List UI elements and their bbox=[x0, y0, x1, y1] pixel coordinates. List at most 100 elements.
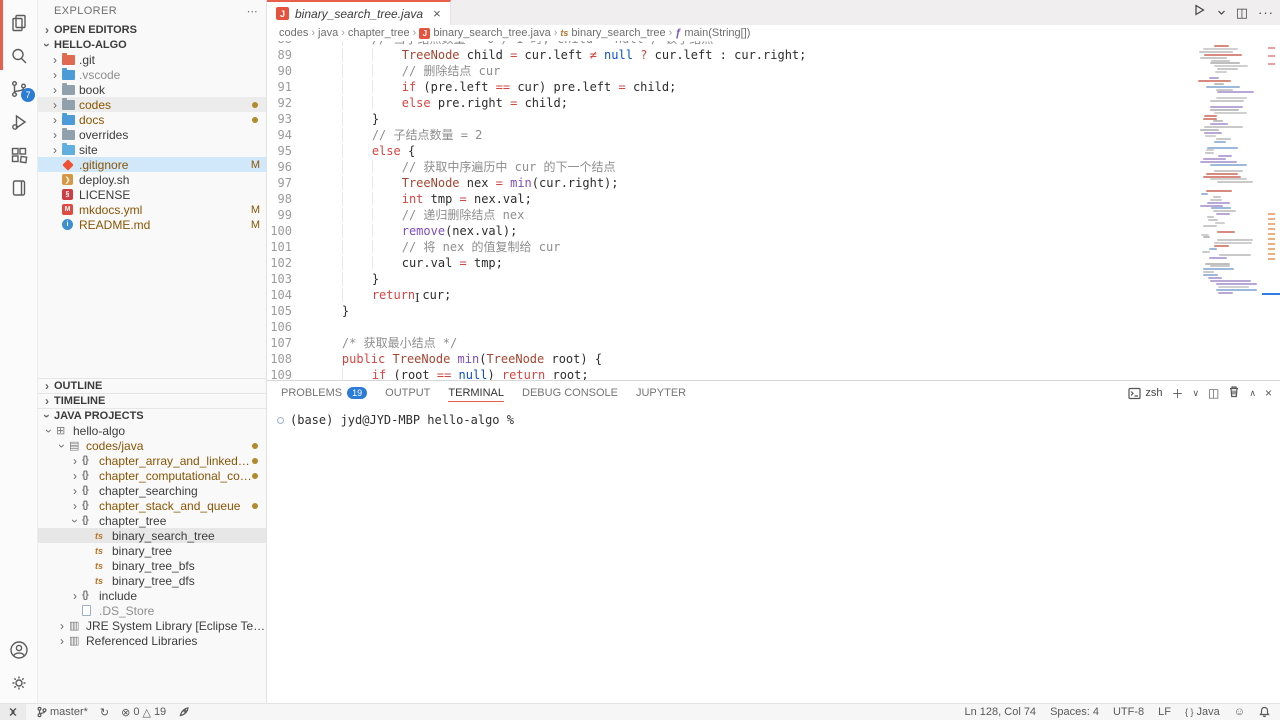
chevron-right-icon[interactable]: › bbox=[55, 634, 69, 648]
code-line[interactable]: 108 public TreeNode min(TreeNode root) { bbox=[267, 351, 1280, 367]
tree-item-binary_tree_dfs[interactable]: tsbinary_tree_dfs bbox=[38, 573, 266, 588]
editor-more-actions-icon[interactable]: ··· bbox=[1258, 5, 1274, 20]
chevron-right-icon[interactable]: › bbox=[68, 499, 82, 513]
chevron-right-icon[interactable]: › bbox=[48, 53, 62, 67]
code-line[interactable]: 107 /* 获取最小结点 */ bbox=[267, 335, 1280, 351]
chevron-right-icon[interactable]: › bbox=[68, 454, 82, 468]
tree-item-.gitignore[interactable]: .gitignoreM bbox=[38, 157, 266, 172]
tree-item-hello-algo[interactable]: ›⊞hello-algo bbox=[38, 423, 266, 438]
split-editor-icon[interactable]: ◫ bbox=[1236, 5, 1248, 21]
extensions-icon[interactable] bbox=[0, 138, 38, 171]
settings-gear-icon[interactable] bbox=[0, 666, 38, 699]
notifications-bell-icon[interactable] bbox=[1259, 706, 1270, 718]
close-icon[interactable]: × bbox=[433, 6, 441, 21]
run-and-debug-icon[interactable] bbox=[0, 105, 38, 138]
code-line[interactable]: 93 } bbox=[267, 111, 1280, 127]
breadcrumb-file[interactable]: binary_search_tree.java bbox=[433, 27, 550, 39]
chevron-right-icon[interactable]: › bbox=[68, 484, 82, 498]
tree-item-chapter_computational_complexity[interactable]: ›{}chapter_computational_complexity bbox=[38, 468, 266, 483]
code-line[interactable]: 106 bbox=[267, 319, 1280, 335]
code-line[interactable]: 102 cur.val = tmp; bbox=[267, 255, 1280, 271]
tab-terminal[interactable]: TERMINAL bbox=[448, 381, 504, 405]
split-terminal-icon[interactable]: ◫ bbox=[1208, 386, 1219, 400]
chevron-right-icon[interactable]: › bbox=[55, 619, 69, 633]
tree-item-codes[interactable]: ›codes bbox=[38, 97, 266, 112]
chevron-right-icon[interactable]: › bbox=[68, 589, 82, 603]
source-control-icon[interactable]: 7 bbox=[0, 72, 38, 105]
chevron-right-icon[interactable]: › bbox=[48, 113, 62, 127]
chevron-right-icon[interactable]: › bbox=[68, 469, 82, 483]
code-line[interactable]: 101 // 将 nex 的值复制给 cur bbox=[267, 239, 1280, 255]
code-editor[interactable]: 88 // 当子结点数量 = 0 / 1 时, child = null / 该… bbox=[267, 41, 1280, 380]
maximize-panel-chevron-icon[interactable]: ∧ bbox=[1249, 388, 1256, 399]
root-folder-section[interactable]: › HELLO-ALGO bbox=[38, 37, 266, 52]
terminal-content[interactable]: (base) jyd@JYD-MBP hello-algo % bbox=[267, 405, 1280, 427]
tree-item-chapter_array_and_linkedlist[interactable]: ›{}chapter_array_and_linkedlist bbox=[38, 453, 266, 468]
chevron-right-icon[interactable]: › bbox=[48, 143, 62, 157]
more-actions-icon[interactable]: ⋯ bbox=[247, 5, 258, 18]
code-line[interactable]: 103 } bbox=[267, 271, 1280, 287]
tree-item-chapter_stack_and_queue[interactable]: ›{}chapter_stack_and_queue bbox=[38, 498, 266, 513]
new-terminal-icon[interactable]: ＋ bbox=[1171, 385, 1183, 402]
code-line[interactable]: 92 else pre.right = child; bbox=[267, 95, 1280, 111]
breadcrumb-java[interactable]: java bbox=[318, 27, 338, 39]
tab-binary-search-tree[interactable]: J binary_search_tree.java × bbox=[267, 0, 451, 25]
tree-item-overrides[interactable]: ›overrides bbox=[38, 127, 266, 142]
code-line[interactable]: 97 TreeNode nex = min(cur.right); bbox=[267, 175, 1280, 191]
tree-item-chapter_tree[interactable]: ›{}chapter_tree bbox=[38, 513, 266, 528]
tree-item-referencedlibraries[interactable]: ›▥Referenced Libraries bbox=[38, 633, 266, 648]
breadcrumb-method[interactable]: main(String[]) bbox=[684, 27, 750, 39]
tree-item-.vscode[interactable]: ›.vscode bbox=[38, 67, 266, 82]
run-dropdown-chevron-icon[interactable] bbox=[1217, 4, 1226, 22]
tree-item-book[interactable]: ›book bbox=[38, 82, 266, 97]
account-icon[interactable] bbox=[0, 633, 38, 666]
encoding-status[interactable]: UTF-8 bbox=[1113, 706, 1144, 718]
code-line[interactable]: 100 remove(nex.val); bbox=[267, 223, 1280, 239]
code-line[interactable]: 109 if (root == null) return root; bbox=[267, 367, 1280, 380]
kill-terminal-trash-icon[interactable] bbox=[1228, 385, 1240, 401]
remote-indicator[interactable] bbox=[0, 704, 26, 720]
minimap[interactable] bbox=[1196, 43, 1262, 378]
terminal-dropdown-chevron-icon[interactable]: ∨ bbox=[1192, 388, 1199, 399]
tree-item-include[interactable]: ›{}include bbox=[38, 588, 266, 603]
tree-item-chapter_searching[interactable]: ›{}chapter_searching bbox=[38, 483, 266, 498]
eol-status[interactable]: LF bbox=[1158, 706, 1171, 718]
tree-item-binary_tree[interactable]: tsbinary_tree bbox=[38, 543, 266, 558]
tab-debug-console[interactable]: DEBUG CONSOLE bbox=[522, 381, 618, 405]
code-line[interactable]: 98 int tmp = nex.val; bbox=[267, 191, 1280, 207]
chevron-down-icon[interactable]: › bbox=[68, 514, 82, 528]
language-mode-status[interactable]: { } Java bbox=[1185, 706, 1220, 718]
code-line[interactable]: 96 // 获取中序遍历中 cur 的下一个结点 bbox=[267, 159, 1280, 175]
tree-item-binary_search_tree[interactable]: tsbinary_search_tree bbox=[38, 528, 266, 543]
notebook-icon[interactable] bbox=[0, 171, 38, 204]
git-branch-status[interactable]: master* bbox=[36, 706, 88, 718]
code-line[interactable]: 91 if (pre.left == cur) pre.left = child… bbox=[267, 79, 1280, 95]
code-line[interactable]: 89 TreeNode child = cur.left ≠ null ? cu… bbox=[267, 47, 1280, 63]
tab-jupyter[interactable]: JUPYTER bbox=[636, 381, 686, 405]
tree-item-license[interactable]: §LICENSE bbox=[38, 187, 266, 202]
breadcrumb-chapter-tree[interactable]: chapter_tree bbox=[348, 27, 410, 39]
chevron-down-icon[interactable]: › bbox=[42, 424, 56, 438]
breadcrumb-class[interactable]: binary_search_tree bbox=[571, 27, 665, 39]
tree-item-site[interactable]: ›site bbox=[38, 142, 266, 157]
code-line[interactable]: 95 else { bbox=[267, 143, 1280, 159]
code-line[interactable]: 99 // 递归删除结点 nex bbox=[267, 207, 1280, 223]
code-line[interactable]: 90 // 删除结点 cur bbox=[267, 63, 1280, 79]
chevron-down-icon[interactable]: › bbox=[55, 439, 69, 453]
search-icon[interactable] bbox=[0, 39, 38, 72]
timeline-section[interactable]: › TIMELINE bbox=[38, 393, 266, 408]
sync-icon[interactable]: ↻ bbox=[100, 706, 109, 719]
outline-section[interactable]: › OUTLINE bbox=[38, 378, 266, 393]
java-projects-section[interactable]: › JAVA PROJECTS bbox=[38, 408, 266, 423]
tree-item-codesjava[interactable]: ›▤codes/java bbox=[38, 438, 266, 453]
open-editors-section[interactable]: › OPEN EDITORS bbox=[38, 22, 266, 37]
tree-item-mkdocs.yml[interactable]: Mmkdocs.ymlM bbox=[38, 202, 266, 217]
code-line[interactable]: 105 } bbox=[267, 303, 1280, 319]
indentation-status[interactable]: Spaces: 4 bbox=[1050, 706, 1099, 718]
tree-item-.ds_store[interactable]: .DS_Store bbox=[38, 603, 266, 618]
tree-item-deploy.sh[interactable]: ❯deploy.sh bbox=[38, 172, 266, 187]
close-panel-icon[interactable]: × bbox=[1265, 386, 1272, 400]
tree-item-docs[interactable]: ›docs bbox=[38, 112, 266, 127]
chevron-right-icon[interactable]: › bbox=[48, 83, 62, 97]
explorer-icon[interactable] bbox=[0, 6, 38, 39]
